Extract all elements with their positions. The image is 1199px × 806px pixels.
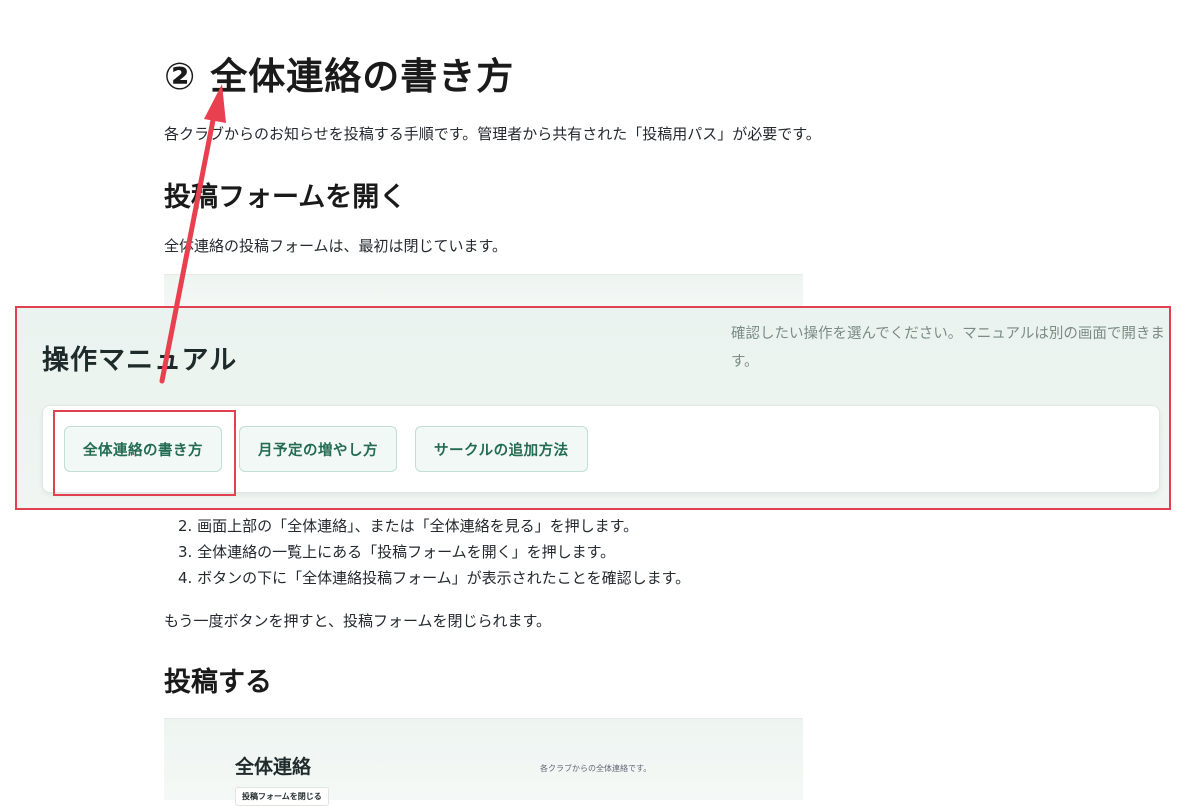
steps-list: 2. 画面上部の「全体連絡」、または「全体連絡を見る」を押します。 3. 全体連…	[178, 513, 690, 591]
step-item: 3. 全体連絡の一覧上にある「投稿フォームを開く」を押します。	[178, 543, 616, 561]
section-heading-post: 投稿する	[164, 667, 272, 698]
step-item: 4. ボタンの下に「全体連絡投稿フォーム」が表示されたことを確認します。	[178, 569, 691, 587]
screenshot-image-1	[164, 274, 803, 309]
manual-panel: 操作マニュアル 確認したい操作を選んでください。マニュアルは別の画面で開きます。…	[15, 306, 1171, 510]
page-title: ② 全体連絡の書き方	[164, 55, 515, 98]
panel-description: 確認したい操作を選んでください。マニュアルは別の画面で開きます。	[731, 326, 1165, 370]
section-heading-open-form: 投稿フォームを開く	[164, 182, 407, 213]
panel-title: 操作マニュアル	[42, 345, 238, 376]
screenshot-close-form-button: 投稿フォームを閉じる	[235, 787, 329, 806]
manual-button-announcement[interactable]: 全体連絡の書き方	[64, 426, 222, 472]
close-note-text: もう一度ボタンを押すと、投稿フォームを閉じられます。	[164, 612, 552, 630]
section-text-open-form: 全体連絡の投稿フォームは、最初は閉じています。	[164, 237, 508, 255]
screenshot-desc: 各クラブからの全体連絡です。	[540, 764, 652, 773]
manual-button-monthly-schedule[interactable]: 月予定の増やし方	[239, 426, 397, 472]
manual-button-row: 全体連絡の書き方 月予定の増やし方 サークルの追加方法	[42, 405, 1160, 493]
intro-text: 各クラブからのお知らせを投稿する手順です。管理者から共有された「投稿用パス」が必…	[164, 125, 821, 143]
step-item: 2. 画面上部の「全体連絡」、または「全体連絡を見る」を押します。	[178, 517, 639, 535]
screenshot-image-2: 全体連絡 各クラブからの全体連絡です。 投稿フォームを閉じる	[164, 718, 803, 806]
manual-button-add-circle[interactable]: サークルの追加方法	[415, 426, 588, 472]
screenshot-title: 全体連絡	[235, 756, 312, 778]
